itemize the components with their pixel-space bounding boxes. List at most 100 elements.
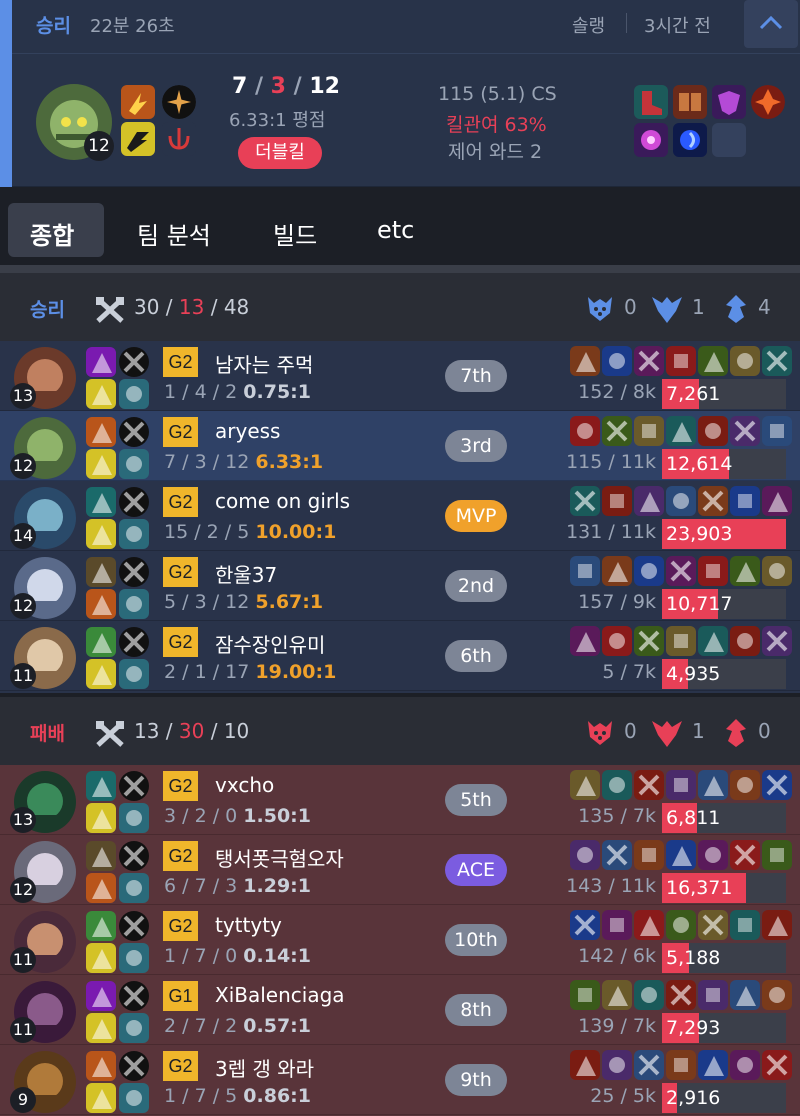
rank-badge: 10th: [445, 924, 507, 956]
champion-level: 12: [10, 593, 36, 619]
deaths: 3: [270, 74, 286, 99]
summoner-name[interactable]: 잠수장인유미: [215, 629, 325, 658]
cs-stat: 115 (5.1) CS: [438, 83, 557, 105]
item-icon: [666, 840, 696, 870]
item-orb-icon: [634, 123, 668, 157]
ghost-spell-icon: [121, 122, 155, 156]
cs-gold: 131 / 11k: [566, 521, 656, 543]
item-mask-icon: [712, 85, 746, 119]
player-row[interactable]: 11 G1 XiBalenciaga 2 / 7 / 2 0.57:1 8th 139 /…: [0, 975, 800, 1045]
summoner-name[interactable]: 한울37: [215, 559, 277, 588]
baron-count: 0: [624, 295, 637, 319]
item-icon: [570, 346, 600, 376]
summoner-name[interactable]: 남자는 주먹: [215, 349, 313, 378]
cs-gold: 5 / 7k: [602, 661, 656, 683]
item-icon: [762, 770, 792, 800]
tab-build[interactable]: 빌드: [273, 216, 317, 251]
team-deaths: 13: [178, 295, 205, 319]
summoner-name[interactable]: XiBalenciaga: [215, 983, 345, 1007]
item-icon: [570, 556, 600, 586]
kda-values: 1 / 7 / 5: [164, 1085, 238, 1107]
item-icon: [666, 556, 696, 586]
rank-badge: 9th: [445, 1064, 507, 1096]
cs-gold: 157 / 9k: [578, 591, 656, 613]
cs-gold: 135 / 7k: [578, 805, 656, 827]
item-icon: [570, 1050, 600, 1080]
collapse-button[interactable]: [744, 0, 798, 48]
team-result: 승리: [30, 299, 65, 321]
damage-dealt: 23,903: [666, 523, 733, 545]
rank-badge: 8th: [445, 994, 507, 1026]
summoner-name[interactable]: tyttyty: [215, 913, 282, 937]
player-row[interactable]: 13 G2 남자는 주먹 1 / 4 / 2 0.75:1 7th 152 / 8k 7,2…: [0, 341, 800, 411]
kda-ratio: 1.29:1: [243, 875, 311, 897]
dragon-count: 1: [692, 295, 705, 319]
champion-level: 13: [10, 383, 36, 409]
damage-dealt: 7,293: [666, 1017, 721, 1039]
divider: [626, 13, 627, 33]
kda-values: 7 / 3 / 12: [164, 451, 250, 473]
item-icon: [698, 486, 728, 516]
tab-summary-label[interactable]: 종합: [30, 216, 74, 251]
tier-badge: G1: [163, 981, 198, 1011]
flash-spell-icon: [121, 85, 155, 119]
item-icon: [570, 486, 600, 516]
spell-1-icon: [86, 1051, 116, 1081]
player-row[interactable]: 11 G2 tyttyty 1 / 7 / 0 0.14:1 10th 142 / 6k 5…: [0, 905, 800, 975]
card-divider: [12, 53, 800, 54]
item-icon: [730, 980, 760, 1010]
player-kda: 3 / 2 / 0 1.50:1: [164, 805, 311, 827]
tier-badge: G2: [163, 911, 198, 941]
player-row[interactable]: 12 G2 한울37 5 / 3 / 12 5.67:1 2nd 157 / 9k 10,7…: [0, 551, 800, 621]
item-swirl-icon: [673, 123, 707, 157]
keystone-rune-icon: [119, 487, 149, 517]
item-icon: [666, 416, 696, 446]
damage-dealt: 16,371: [666, 877, 733, 899]
team-result: 패배: [30, 723, 65, 745]
summoner-name[interactable]: come on girls: [215, 489, 350, 513]
player-row[interactable]: 11 G2 잠수장인유미 2 / 1 / 17 19.00:1 6th 5 / 7k 4,9…: [0, 621, 800, 691]
item-icon: [570, 626, 600, 656]
tower-icon: [726, 719, 746, 747]
item-icon: [698, 416, 728, 446]
tab-bar: 종합 팀 분석 빌드 etc: [0, 187, 800, 265]
baron-icon: [588, 297, 612, 321]
item-icon: [762, 840, 792, 870]
rank-badge: 6th: [445, 640, 507, 672]
player-row[interactable]: 14 G2 come on girls 15 / 2 / 5 10.00:1 MVP 13…: [0, 481, 800, 551]
item-icon: [730, 346, 760, 376]
item-icon: [666, 1050, 696, 1080]
spell-1-icon: [86, 771, 116, 801]
damage-dealt: 6,811: [666, 807, 721, 829]
summoner-name[interactable]: 탱서폿극혐오자: [215, 843, 344, 872]
spell-1-icon: [86, 841, 116, 871]
item-icon: [730, 626, 760, 656]
secondary-rune-icon: [119, 943, 149, 973]
match-summary-card[interactable]: 승리 22분 26초 솔랭 3시간 전 12 7 / 3 / 12 6.33:1…: [0, 0, 800, 187]
player-kda: 1 / 7 / 5 0.86:1: [164, 1085, 311, 1107]
summoner-name[interactable]: vxcho: [215, 773, 274, 797]
item-icon: [634, 486, 664, 516]
item-icon: [698, 980, 728, 1010]
player-row[interactable]: 12 G2 탱서폿극혐오자 6 / 7 / 3 1.29:1 ACE 143 / 11k 1…: [0, 835, 800, 905]
player-row[interactable]: 12 G2 aryess 7 / 3 / 12 6.33:1 3rd 115 / 11k 1…: [0, 411, 800, 481]
kill-participation: 킬관여 63%: [446, 114, 547, 136]
player-row[interactable]: 13 G2 vxcho 3 / 2 / 0 1.50:1 5th 135 / 7k 6,81…: [0, 765, 800, 835]
item-icon: [762, 980, 792, 1010]
team-kills: 30: [134, 295, 160, 319]
kda-values: 6 / 7 / 3: [164, 875, 238, 897]
player-row[interactable]: 9 G2 3렙 갱 와라 1 / 7 / 5 0.86:1 9th 25 / 5k 2,91…: [0, 1045, 800, 1115]
summoner-name[interactable]: 3렙 갱 와라: [215, 1053, 314, 1082]
summoner-name[interactable]: aryess: [215, 419, 280, 443]
spell-1-icon: [86, 911, 116, 941]
keystone-rune-icon: [119, 771, 149, 801]
section-divider: [0, 265, 800, 273]
item-trinket-icon: [751, 85, 785, 119]
champion-level: 12: [10, 453, 36, 479]
tier-badge: G2: [163, 417, 198, 447]
tab-etc[interactable]: etc: [377, 216, 414, 244]
item-icon: [602, 1050, 632, 1080]
item-icon: [730, 910, 760, 940]
damage-bar: 6,811: [662, 803, 786, 833]
tab-team-analysis[interactable]: 팀 분석: [137, 216, 211, 251]
